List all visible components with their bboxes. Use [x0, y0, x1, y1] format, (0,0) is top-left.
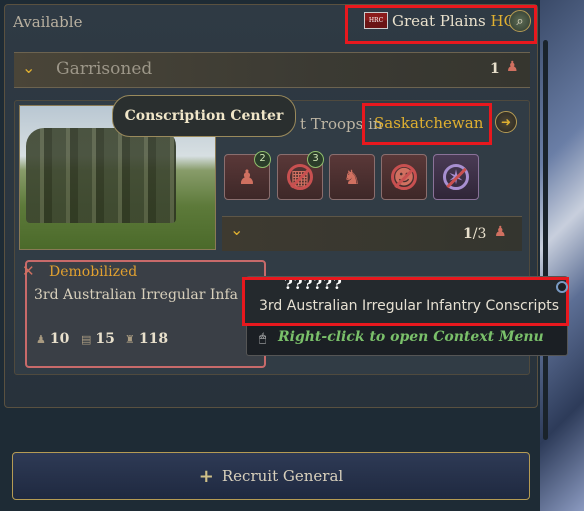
- stat-strength: ♜ 118: [125, 331, 168, 347]
- soldier-icon: ♟: [494, 224, 507, 240]
- garrisoned-count: 1: [490, 61, 500, 77]
- tooltip-pin-icon[interactable]: [556, 281, 568, 293]
- unit-full-name: 3rd Australian Irregular Infantry Conscr…: [259, 298, 560, 314]
- ban-icon: [391, 164, 417, 190]
- recruit-general-button[interactable]: + Recruit General: [12, 452, 530, 500]
- cavalry-icon: ♞: [343, 165, 361, 189]
- ban-icon: [287, 164, 313, 190]
- available-label: Available: [13, 13, 83, 31]
- province-link[interactable]: Saskatchewan: [374, 114, 483, 132]
- context-menu-hint: Right-click to open Context Menu: [278, 329, 544, 345]
- slot-cavalry[interactable]: ♞: [329, 154, 375, 200]
- ban-icon: [443, 164, 469, 190]
- hq-location[interactable]: Great Plains HQ: [392, 12, 516, 30]
- infantry-icon: ♟: [238, 165, 256, 189]
- hq-location-name: Great Plains: [392, 12, 486, 30]
- arrow-right-icon[interactable]: ➜: [495, 111, 517, 133]
- equipment-icon: ▤: [81, 333, 92, 346]
- stat-equipment-value: 15: [95, 331, 115, 347]
- garrisoned-title: Garrisoned: [56, 59, 153, 79]
- conscription-center-tooltip: Conscription Center: [112, 95, 296, 137]
- stat-manpower-value: 10: [49, 331, 70, 347]
- slot-special-forces[interactable]: ✶: [433, 154, 479, 200]
- unit-group-count: 1/3: [463, 226, 486, 242]
- soldier-icon: ♟: [506, 59, 519, 75]
- unit-name: 3rd Australian Irregular Infa ..: [34, 287, 252, 303]
- chevron-down-icon[interactable]: ⌄: [230, 220, 243, 239]
- demobilized-icon: ✕: [22, 262, 35, 280]
- slot-officer[interactable]: ☻: [381, 154, 427, 200]
- recruit-text: t Troops in: [300, 115, 383, 133]
- chevron-down-icon[interactable]: ⌄: [22, 58, 35, 77]
- scrollbar[interactable]: [543, 40, 548, 440]
- stat-strength-value: 118: [138, 331, 169, 347]
- stat-equipment: ▤ 15: [81, 331, 115, 347]
- stat-manpower: ♟ 10: [36, 331, 69, 347]
- strength-icon: ♜: [125, 333, 135, 346]
- slot-badge: 3: [307, 151, 324, 168]
- unit-status: Demobilized: [49, 264, 138, 280]
- slot-barracks[interactable]: ▦ 3: [277, 151, 324, 200]
- slot-infantry[interactable]: ♟ 2: [224, 151, 271, 200]
- unit-group-count-current: 1: [463, 226, 473, 242]
- recruit-general-label: Recruit General: [221, 467, 344, 485]
- slot-badge: 2: [254, 151, 271, 168]
- mouse-icon: 🖱: [259, 331, 267, 345]
- unit-group-count-total: /3: [472, 226, 487, 242]
- country-flag-icon: HRC: [364, 12, 388, 29]
- manpower-icon: ♟: [36, 333, 46, 346]
- tooltip-title: ??????: [284, 275, 343, 293]
- plus-icon: +: [198, 465, 214, 487]
- search-icon[interactable]: ⌕: [509, 10, 531, 32]
